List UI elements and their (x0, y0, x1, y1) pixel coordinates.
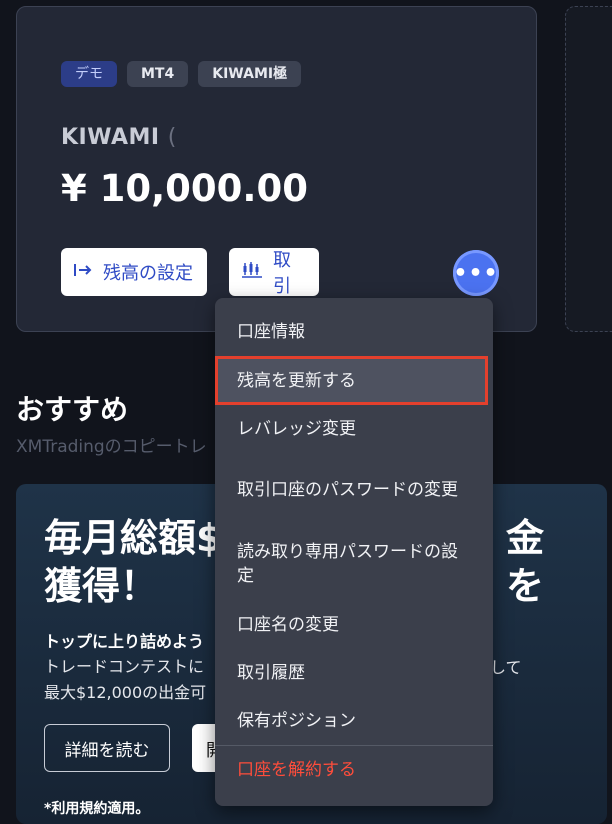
add-account-card[interactable] (565, 6, 612, 332)
account-name: KIWAMI ( (61, 125, 177, 150)
read-details-button[interactable]: 詳細を読む (44, 724, 170, 772)
recommend-title: おすすめ (16, 393, 129, 426)
menu-item-rename-account[interactable]: 口座名の変更 (215, 601, 493, 649)
promo-text: トレードコンテストに 最大$12,000の出金可 (44, 654, 206, 706)
account-badges: デモ MT4 KIWAMI極 (61, 61, 302, 87)
promo-bold-line: トップに上り詰めよう (44, 632, 205, 651)
candlestick-chart-icon (241, 261, 263, 284)
promo-text-right: して (490, 658, 522, 677)
demo-badge: デモ (61, 61, 117, 87)
account-type-badge: KIWAMI極 (198, 61, 302, 87)
account-options-menu: 口座情報 残高を更新する レバレッジ変更 取引口座のパスワードの変更 読み取り専… (215, 298, 493, 806)
promo-headline-line2: 獲得！ (44, 564, 159, 608)
account-balance: ¥ 10,000.00 (61, 167, 308, 210)
menu-item-account-info[interactable]: 口座情報 (215, 308, 493, 356)
trade-button[interactable]: 取引 (229, 248, 319, 297)
menu-item-readonly-password[interactable]: 読み取り専用パスワードの設定 (215, 527, 493, 601)
promo-text-line1: トレードコンテストに (44, 657, 205, 676)
trade-label: 取引 (273, 250, 291, 297)
fine-print: *利用規約適用。 (44, 801, 150, 817)
menu-item-trade-history[interactable]: 取引履歴 (215, 649, 493, 697)
account-name-cursor: ( (167, 125, 177, 150)
platform-badge: MT4 (127, 61, 189, 87)
arrow-to-bar-icon (73, 262, 93, 283)
more-options-button[interactable]: ••• (453, 250, 499, 296)
menu-item-change-password[interactable]: 取引口座のパスワードの変更 (215, 453, 493, 527)
menu-item-change-leverage[interactable]: レバレッジ変更 (215, 405, 493, 453)
account-name-text: KIWAMI (61, 125, 160, 150)
promo-text-line2: 最大$12,000の出金可 (44, 683, 207, 702)
menu-item-open-positions[interactable]: 保有ポジション (215, 697, 493, 745)
recommend-subtitle: XMTradingのコピートレ (16, 437, 207, 457)
set-balance-label: 残高の設定 (103, 263, 193, 284)
more-dots-icon: ••• (453, 260, 499, 286)
set-balance-button[interactable]: 残高の設定 (61, 248, 207, 296)
promo-headline-tail: 金を (506, 516, 545, 608)
menu-item-close-account[interactable]: 口座を解約する (215, 746, 493, 794)
menu-item-update-balance[interactable]: 残高を更新する (215, 356, 487, 405)
account-card: デモ MT4 KIWAMI極 KIWAMI ( ¥ 10,000.00 残高の設… (16, 6, 537, 332)
promo-headline-line1: 毎月総額$ (44, 516, 223, 560)
